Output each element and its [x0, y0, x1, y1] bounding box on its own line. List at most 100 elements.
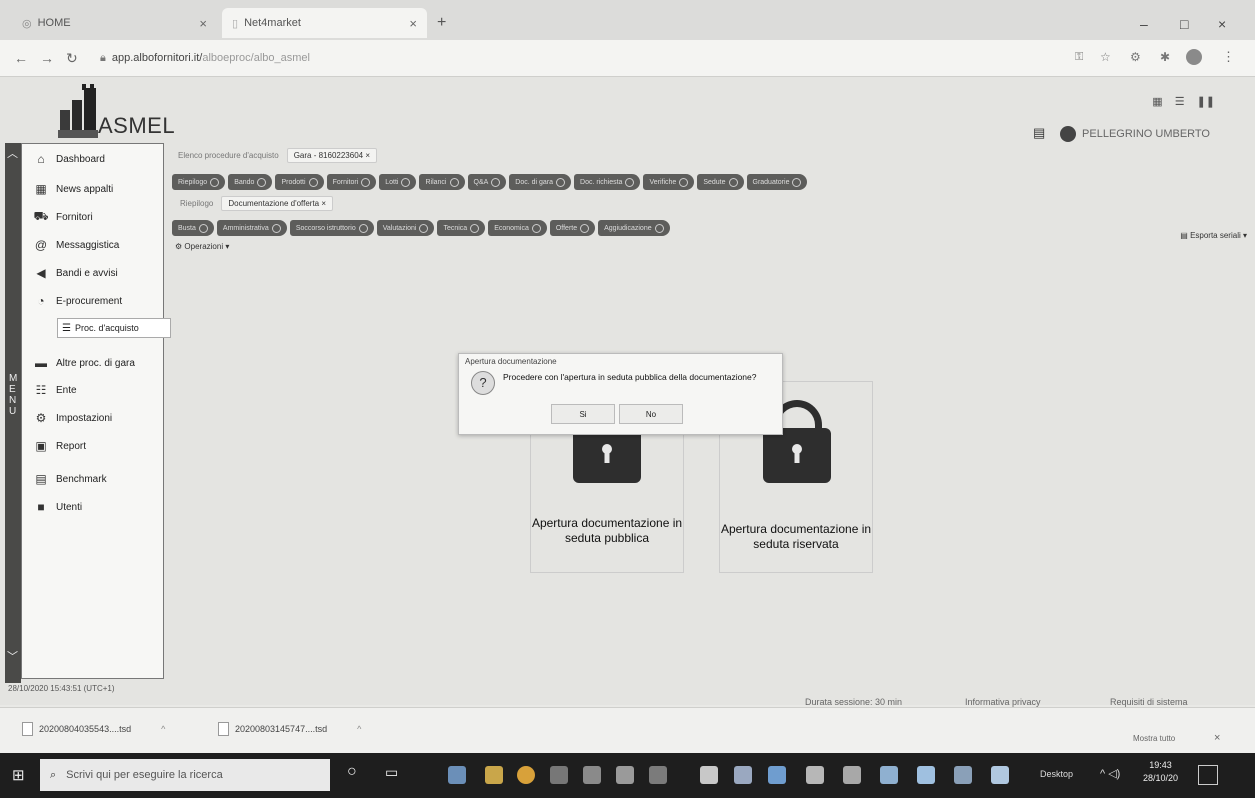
chip-tab[interactable]: Riepilogo — [172, 174, 226, 190]
sidebar-item-news[interactable]: ▦ News appalti — [22, 176, 163, 202]
url-field[interactable]: 🔒︎ app.albofornitori.it/ alboeproc/albo_… — [100, 47, 1050, 69]
app-icon[interactable] — [880, 766, 898, 784]
desktop-toolbar[interactable]: Desktop — [1040, 769, 1073, 779]
chip-tab[interactable]: Q&A — [467, 174, 507, 190]
cortana-icon[interactable]: ○ — [347, 763, 357, 781]
app-icon[interactable] — [550, 766, 568, 784]
back-icon[interactable]: ← — [14, 50, 28, 66]
user-menu[interactable]: PELLEGRINO UMBERTO — [1060, 126, 1210, 142]
chip-tab[interactable]: Prodotti — [275, 174, 324, 190]
notification-icon[interactable] — [1198, 765, 1218, 785]
gara-tag[interactable]: Gara - 8160223604 × — [286, 148, 377, 163]
app-icon[interactable] — [954, 766, 972, 784]
edge-icon[interactable] — [448, 766, 466, 784]
app-icon[interactable] — [649, 766, 667, 784]
chip-tab[interactable]: Rilanci — [419, 174, 465, 190]
operations-menu[interactable]: ⚙ Operazioni ▾ — [175, 242, 229, 251]
sidebar-subitem-proc-acquisto[interactable]: ☰ Proc. d'acquisto — [57, 318, 171, 338]
minimize-button[interactable]: – — [1140, 16, 1148, 32]
app-icon[interactable] — [734, 766, 752, 784]
app-icon[interactable] — [700, 766, 718, 784]
chip-tab[interactable]: Lotti — [379, 174, 417, 190]
sidebar-item-altre-proc[interactable]: ▬ Altre proc. di gara — [22, 350, 163, 376]
app-icon[interactable] — [917, 766, 935, 784]
chip-tab[interactable]: Bando — [228, 174, 273, 190]
chip-tab[interactable]: Economica — [488, 220, 547, 236]
app-icon[interactable] — [768, 766, 786, 784]
windows-start-icon[interactable]: ⊞ — [12, 766, 25, 784]
show-all-button[interactable]: Mostra tutto — [1133, 734, 1175, 743]
chevron-down-icon[interactable]: ﹀ — [7, 648, 18, 664]
breadcrumb-link[interactable]: Riepilogo — [180, 199, 213, 208]
tab-home[interactable]: ◎ HOME × — [12, 8, 217, 38]
app-icon[interactable] — [843, 766, 861, 784]
export-button[interactable]: ▤ Esporta seriali ▾ — [1180, 231, 1247, 240]
chip-tab[interactable]: Valutazioni — [376, 220, 435, 236]
download-item[interactable]: 20200804035543....tsd ^ — [22, 722, 165, 736]
key-icon[interactable]: ⚿ — [1075, 51, 1083, 64]
app-icon[interactable] — [806, 766, 824, 784]
chip-tab[interactable]: Amministrativa — [216, 220, 287, 236]
kebab-menu-icon[interactable]: ⋮ — [1222, 49, 1235, 65]
sidebar-item-benchmark[interactable]: ▤ Benchmark — [22, 466, 163, 492]
tray-icons[interactable]: ^ ◁) — [1100, 767, 1120, 780]
tab-close-icon[interactable]: × — [409, 16, 417, 31]
sidebar-item-utenti[interactable]: ■ Utenti — [22, 494, 163, 520]
chevron-up-icon[interactable]: ^ — [357, 724, 361, 734]
sidebar-item-dashboard[interactable]: ⌂ Dashboard — [22, 146, 163, 172]
chip-tab[interactable]: Fornitori — [326, 174, 377, 190]
page-icon: ▯ — [232, 17, 239, 30]
sidebar-item-report[interactable]: ▣ Report — [22, 433, 163, 459]
sidebar-item-ente[interactable]: ☷ Ente — [22, 377, 163, 403]
chip-tab[interactable]: Doc. richiesta — [574, 174, 641, 190]
tab-net4market[interactable]: ▯ Net4market × — [222, 8, 427, 38]
doc-tag[interactable]: Documentazione d'offerta × — [221, 196, 334, 211]
star-icon[interactable]: ☆ — [1100, 50, 1111, 64]
taskbar-search[interactable]: ⌕ Scrivi qui per eseguire la ricerca — [40, 759, 330, 791]
profile-icon[interactable] — [1186, 49, 1202, 65]
list-icon[interactable]: ☰ — [1175, 95, 1185, 108]
sidebar-item-impostazioni[interactable]: ⚙ Impostazioni — [22, 405, 163, 431]
sidebar-item-bandi[interactable]: ◀ Bandi e avvisi — [22, 260, 163, 286]
pause-icon[interactable]: ❚❚ — [1197, 95, 1215, 108]
chip-tab[interactable]: Doc. di gara — [509, 174, 572, 190]
chip-tab[interactable]: Soccorso istruttorio — [289, 220, 374, 236]
reload-icon[interactable]: ↻ — [66, 50, 78, 67]
no-button[interactable]: No — [619, 404, 683, 424]
chip-tab[interactable]: Busta — [172, 220, 214, 236]
requirements-link[interactable]: Requisiti di sistema — [1110, 697, 1188, 707]
privacy-link[interactable]: Informativa privacy — [965, 697, 1041, 707]
puzzle-icon[interactable]: ✱ — [1160, 50, 1170, 64]
chevron-up-icon[interactable]: ^ — [161, 724, 165, 734]
tab-close-icon[interactable]: × — [199, 16, 207, 31]
app-icon[interactable] — [583, 766, 601, 784]
menu-strip[interactable]: ︿ MENU ﹀ — [5, 143, 21, 683]
chip-tab[interactable]: Tecnica — [437, 220, 486, 236]
app-icon[interactable] — [991, 766, 1009, 784]
forward-icon[interactable]: → — [40, 50, 54, 66]
document-icon[interactable]: ▤ — [1033, 125, 1045, 141]
clock[interactable]: 19:43 28/10/20 — [1143, 759, 1178, 785]
sidebar-item-eprocurement[interactable]: ◔ E-procurement — [22, 288, 163, 314]
extension-icon[interactable]: ⚙ — [1130, 50, 1141, 64]
chip-tab[interactable]: Offerte — [549, 220, 596, 236]
chip-tab[interactable]: Verifiche — [643, 174, 695, 190]
maximize-button[interactable]: □ — [1180, 16, 1188, 32]
chevron-up-icon[interactable]: ︿ — [7, 145, 18, 161]
file-explorer-icon[interactable] — [485, 766, 503, 784]
sidebar-item-messaggistica[interactable]: @ Messaggistica — [22, 232, 163, 258]
breadcrumb-link[interactable]: Elenco procedure d'acquisto — [178, 151, 279, 160]
sidebar-item-fornitori[interactable]: ⛟ Fornitori — [22, 204, 163, 230]
download-item[interactable]: 20200803145747....tsd ^ — [218, 722, 361, 736]
chrome-icon[interactable] — [517, 766, 535, 784]
yes-button[interactable]: Si — [551, 404, 615, 424]
close-window-button[interactable]: × — [1218, 16, 1226, 32]
new-tab-button[interactable]: + — [437, 14, 446, 32]
close-downloads-icon[interactable]: × — [1214, 732, 1220, 744]
app-icon[interactable] — [616, 766, 634, 784]
task-view-icon[interactable]: ▭ — [385, 764, 398, 781]
chip-tab[interactable]: Sedute — [697, 174, 744, 190]
chip-tab[interactable]: Aggiudicazione — [598, 220, 670, 236]
chip-tab[interactable]: Graduatorie — [746, 174, 808, 190]
grid-icon[interactable]: ▦ — [1152, 95, 1162, 108]
